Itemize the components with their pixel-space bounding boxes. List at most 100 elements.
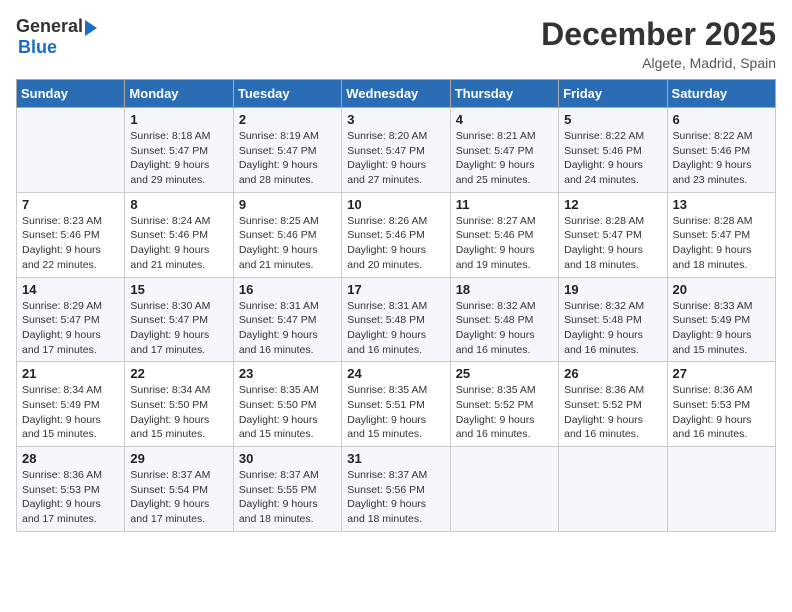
calendar-cell (667, 447, 775, 532)
day-number: 31 (347, 451, 444, 466)
day-info: Sunrise: 8:29 AM Sunset: 5:47 PM Dayligh… (22, 299, 119, 358)
calendar-cell: 22 Sunrise: 8:34 AM Sunset: 5:50 PM Dayli… (125, 362, 233, 447)
calendar-cell: 8Sunrise: 8:24 AM Sunset: 5:46 PM Daylig… (125, 192, 233, 277)
calendar-cell: 4 Sunrise: 8:21 AM Sunset: 5:47 PM Daylig… (450, 108, 558, 193)
calendar-cell: 27 Sunrise: 8:36 AM Sunset: 5:53 PM Dayli… (667, 362, 775, 447)
day-number: 29 (130, 451, 227, 466)
day-info: Sunrise: 8:34 AM Sunset: 5:50 PM Dayligh… (130, 383, 227, 442)
day-number: 23 (239, 366, 336, 381)
weekday-header-tuesday: Tuesday (233, 80, 341, 108)
day-info: Sunrise: 8:18 AM Sunset: 5:47 PM Dayligh… (130, 129, 227, 188)
day-info: Sunrise: 8:19 AM Sunset: 5:47 PM Dayligh… (239, 129, 336, 188)
day-number: 15 (130, 282, 227, 297)
calendar-cell: 15 Sunrise: 8:30 AM Sunset: 5:47 PM Dayli… (125, 277, 233, 362)
day-number: 16 (239, 282, 336, 297)
day-info: Sunrise: 8:37 AM Sunset: 5:55 PM Dayligh… (239, 468, 336, 527)
calendar-week-row: 28 Sunrise: 8:36 AM Sunset: 5:53 PM Dayli… (17, 447, 776, 532)
calendar-cell: 21 Sunrise: 8:34 AM Sunset: 5:49 PM Dayli… (17, 362, 125, 447)
day-info: Sunrise: 8:37 AM Sunset: 5:54 PM Dayligh… (130, 468, 227, 527)
day-number: 1 (130, 112, 227, 127)
day-info: Sunrise: 8:32 AM Sunset: 5:48 PM Dayligh… (456, 299, 553, 358)
calendar-cell: 9Sunrise: 8:25 AM Sunset: 5:46 PM Daylig… (233, 192, 341, 277)
day-info: Sunrise: 8:36 AM Sunset: 5:53 PM Dayligh… (22, 468, 119, 527)
logo-blue-text: Blue (18, 37, 57, 58)
day-info: Sunrise: 8:36 AM Sunset: 5:53 PM Dayligh… (673, 383, 770, 442)
day-number: 25 (456, 366, 553, 381)
calendar-cell: 12Sunrise: 8:28 AM Sunset: 5:47 PM Dayli… (559, 192, 667, 277)
day-number: 13 (673, 197, 770, 212)
calendar-week-row: 7 Sunrise: 8:23 AM Sunset: 5:46 PM Daylig… (17, 192, 776, 277)
logo: General Blue (16, 16, 97, 58)
day-info: Sunrise: 8:37 AM Sunset: 5:56 PM Dayligh… (347, 468, 444, 527)
day-number: 7 (22, 197, 119, 212)
weekday-header-saturday: Saturday (667, 80, 775, 108)
calendar-table: SundayMondayTuesdayWednesdayThursdayFrid… (16, 79, 776, 532)
calendar-cell: 11 Sunrise: 8:27 AM Sunset: 5:46 PM Dayli… (450, 192, 558, 277)
calendar-cell: 18 Sunrise: 8:32 AM Sunset: 5:48 PM Dayli… (450, 277, 558, 362)
calendar-week-row: 1 Sunrise: 8:18 AM Sunset: 5:47 PM Daylig… (17, 108, 776, 193)
day-number: 14 (22, 282, 119, 297)
day-info: Sunrise: 8:32 AM Sunset: 5:48 PM Dayligh… (564, 299, 661, 358)
day-info: Sunrise: 8:26 AM Sunset: 5:46 PM Dayligh… (347, 214, 444, 273)
day-number: 9 (239, 197, 336, 212)
calendar-cell: 29 Sunrise: 8:37 AM Sunset: 5:54 PM Dayli… (125, 447, 233, 532)
day-info: Sunrise: 8:24 AM Sunset: 5:46 PM Dayligh… (130, 214, 227, 273)
day-number: 28 (22, 451, 119, 466)
day-number: 21 (22, 366, 119, 381)
calendar-cell: 20 Sunrise: 8:33 AM Sunset: 5:49 PM Dayli… (667, 277, 775, 362)
calendar-cell: 3 Sunrise: 8:20 AM Sunset: 5:47 PM Daylig… (342, 108, 450, 193)
calendar-cell: 23 Sunrise: 8:35 AM Sunset: 5:50 PM Dayli… (233, 362, 341, 447)
day-info: Sunrise: 8:22 AM Sunset: 5:46 PM Dayligh… (673, 129, 770, 188)
calendar-cell: 30Sunrise: 8:37 AM Sunset: 5:55 PM Dayli… (233, 447, 341, 532)
calendar-cell: 25 Sunrise: 8:35 AM Sunset: 5:52 PM Dayli… (450, 362, 558, 447)
calendar-cell (450, 447, 558, 532)
calendar-cell (17, 108, 125, 193)
title-block: December 2025 Algete, Madrid, Spain (541, 16, 776, 71)
day-number: 2 (239, 112, 336, 127)
day-number: 4 (456, 112, 553, 127)
weekday-header-wednesday: Wednesday (342, 80, 450, 108)
weekday-header-sunday: Sunday (17, 80, 125, 108)
day-number: 22 (130, 366, 227, 381)
day-info: Sunrise: 8:28 AM Sunset: 5:47 PM Dayligh… (673, 214, 770, 273)
day-info: Sunrise: 8:33 AM Sunset: 5:49 PM Dayligh… (673, 299, 770, 358)
day-info: Sunrise: 8:35 AM Sunset: 5:50 PM Dayligh… (239, 383, 336, 442)
day-number: 11 (456, 197, 553, 212)
calendar-cell: 16Sunrise: 8:31 AM Sunset: 5:47 PM Dayli… (233, 277, 341, 362)
page-header: General Blue December 2025 Algete, Madri… (16, 16, 776, 71)
day-info: Sunrise: 8:23 AM Sunset: 5:46 PM Dayligh… (22, 214, 119, 273)
day-number: 6 (673, 112, 770, 127)
month-title: December 2025 (541, 16, 776, 53)
day-info: Sunrise: 8:27 AM Sunset: 5:46 PM Dayligh… (456, 214, 553, 273)
weekday-header-friday: Friday (559, 80, 667, 108)
calendar-cell: 26 Sunrise: 8:36 AM Sunset: 5:52 PM Dayli… (559, 362, 667, 447)
day-info: Sunrise: 8:22 AM Sunset: 5:46 PM Dayligh… (564, 129, 661, 188)
calendar-cell: 10Sunrise: 8:26 AM Sunset: 5:46 PM Dayli… (342, 192, 450, 277)
calendar-week-row: 21 Sunrise: 8:34 AM Sunset: 5:49 PM Dayli… (17, 362, 776, 447)
calendar-cell: 7 Sunrise: 8:23 AM Sunset: 5:46 PM Daylig… (17, 192, 125, 277)
day-info: Sunrise: 8:28 AM Sunset: 5:47 PM Dayligh… (564, 214, 661, 273)
calendar-cell: 2 Sunrise: 8:19 AM Sunset: 5:47 PM Daylig… (233, 108, 341, 193)
calendar-cell: 1 Sunrise: 8:18 AM Sunset: 5:47 PM Daylig… (125, 108, 233, 193)
day-info: Sunrise: 8:34 AM Sunset: 5:49 PM Dayligh… (22, 383, 119, 442)
day-number: 3 (347, 112, 444, 127)
calendar-cell: 5Sunrise: 8:22 AM Sunset: 5:46 PM Daylig… (559, 108, 667, 193)
location-text: Algete, Madrid, Spain (541, 55, 776, 71)
calendar-cell: 19Sunrise: 8:32 AM Sunset: 5:48 PM Dayli… (559, 277, 667, 362)
day-info: Sunrise: 8:20 AM Sunset: 5:47 PM Dayligh… (347, 129, 444, 188)
day-info: Sunrise: 8:36 AM Sunset: 5:52 PM Dayligh… (564, 383, 661, 442)
day-number: 20 (673, 282, 770, 297)
day-info: Sunrise: 8:35 AM Sunset: 5:51 PM Dayligh… (347, 383, 444, 442)
day-info: Sunrise: 8:35 AM Sunset: 5:52 PM Dayligh… (456, 383, 553, 442)
calendar-cell: 17Sunrise: 8:31 AM Sunset: 5:48 PM Dayli… (342, 277, 450, 362)
calendar-cell: 6 Sunrise: 8:22 AM Sunset: 5:46 PM Daylig… (667, 108, 775, 193)
day-info: Sunrise: 8:30 AM Sunset: 5:47 PM Dayligh… (130, 299, 227, 358)
calendar-cell: 31 Sunrise: 8:37 AM Sunset: 5:56 PM Dayli… (342, 447, 450, 532)
day-number: 18 (456, 282, 553, 297)
day-number: 27 (673, 366, 770, 381)
day-info: Sunrise: 8:21 AM Sunset: 5:47 PM Dayligh… (456, 129, 553, 188)
day-number: 26 (564, 366, 661, 381)
calendar-cell: 13 Sunrise: 8:28 AM Sunset: 5:47 PM Dayli… (667, 192, 775, 277)
day-number: 24 (347, 366, 444, 381)
calendar-cell: 14 Sunrise: 8:29 AM Sunset: 5:47 PM Dayli… (17, 277, 125, 362)
